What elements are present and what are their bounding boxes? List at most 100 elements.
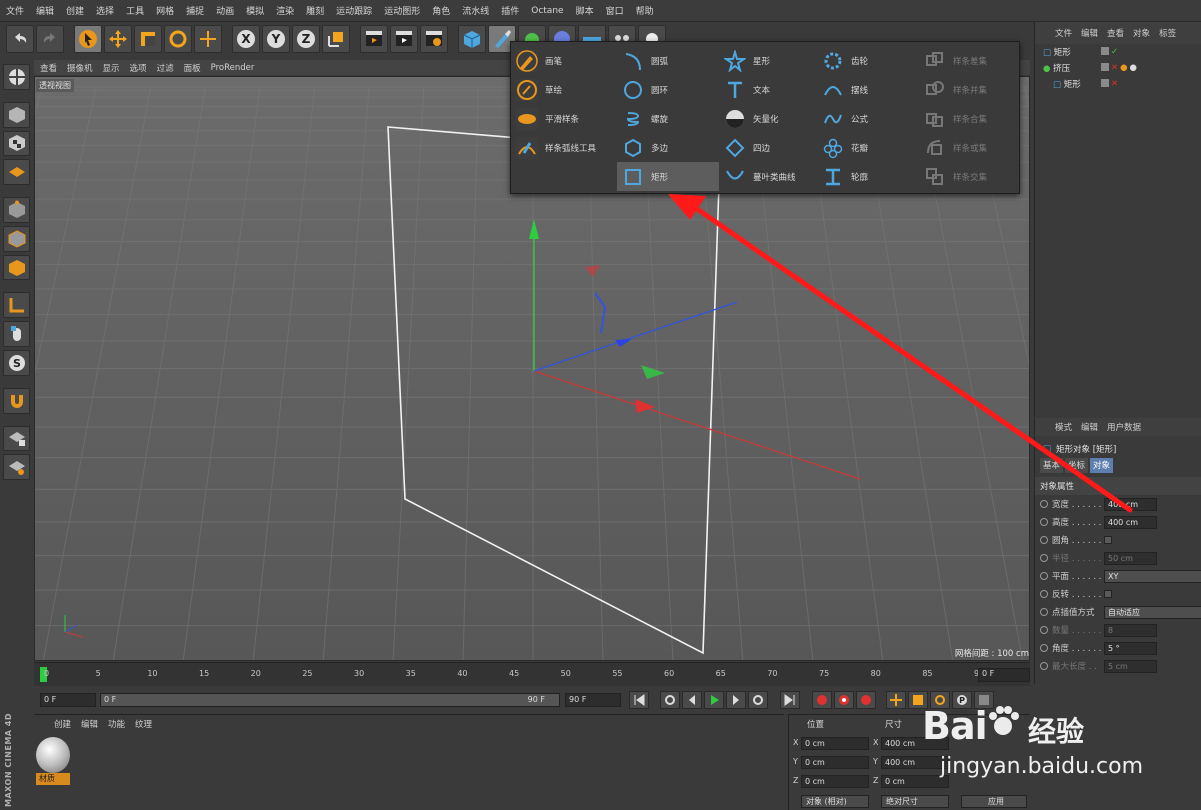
make-editable-button[interactable] [3,64,30,90]
palette-item-vectorize[interactable]: 矢量化 [719,104,821,133]
animate-radio[interactable] [1040,590,1048,598]
rectangle-spline[interactable] [387,126,721,655]
model-mode-button[interactable] [3,101,30,128]
animate-radio[interactable] [1040,572,1048,580]
coordinate-system-button[interactable] [322,25,350,53]
keyframe-selection-button[interactable] [856,691,876,709]
render-view-button[interactable] [360,25,388,53]
move-tool-button[interactable] [104,25,132,53]
menu-item-0[interactable]: 文件 [6,4,24,17]
palette-item-cog[interactable]: 齿轮 [817,46,919,75]
attribute-field[interactable]: 400 cm [1104,497,1157,511]
next-frame-button[interactable] [726,691,746,709]
x-axis-lock-button[interactable]: X [232,25,260,53]
animate-radio[interactable] [1040,644,1048,652]
y-axis-arrow-icon[interactable] [529,219,539,239]
palette-item-flower[interactable]: 花瓣 [817,133,919,162]
material-menu-item-0[interactable]: 创建 [54,718,71,730]
animate-radio[interactable] [1040,554,1048,562]
position-field[interactable]: 0 cm [801,756,869,769]
palette-item-helix[interactable]: 螺旋 [617,104,719,133]
menu-item-19[interactable]: 帮助 [636,4,654,17]
attribute-tab-1[interactable]: 坐标 [1065,458,1089,473]
palette-item-four-side[interactable]: 四边 [719,133,821,162]
object-flags[interactable]: ✓ [1101,47,1118,57]
position-field[interactable]: 0 cm [801,775,869,788]
object-manager-menu-item-2[interactable]: 查看 [1107,27,1124,39]
menu-item-4[interactable]: 工具 [126,4,144,17]
palette-item-spline-subtract[interactable]: 样条差集 [919,46,1021,75]
workplane-mode-button[interactable] [3,159,30,186]
object-flags[interactable]: ✕ ● ● [1101,63,1137,73]
viewport-menu-item-4[interactable]: 过滤 [157,62,174,74]
object-manager-menu-item-3[interactable]: 对象 [1133,27,1150,39]
undo-button[interactable] [6,25,34,53]
go-to-end-button[interactable] [780,691,800,709]
cube-object-button[interactable] [458,25,486,53]
palette-item-pen[interactable]: 画笔 [511,46,613,75]
play-button[interactable] [704,691,724,709]
attribute-menu-item-1[interactable]: 编辑 [1081,421,1098,433]
menu-item-9[interactable]: 渲染 [276,4,294,17]
menu-item-18[interactable]: 窗口 [606,4,624,17]
menu-item-5[interactable]: 网格 [156,4,174,17]
menu-item-1[interactable]: 编辑 [36,4,54,17]
animate-radio[interactable] [1040,662,1048,670]
animate-radio[interactable] [1040,536,1048,544]
viewport-menu-item-3[interactable]: 选项 [130,62,147,74]
menu-item-2[interactable]: 创建 [66,4,84,17]
attribute-field[interactable]: 8 [1104,623,1157,637]
previous-key-button[interactable] [660,691,680,709]
palette-item-formula[interactable]: 公式 [817,104,919,133]
z-axis-arrow-icon[interactable] [615,339,632,347]
material-thumbnail[interactable]: 材质 [36,737,70,787]
attribute-tab-2[interactable]: 对象 [1090,458,1114,473]
end-frame-field[interactable]: 90 F [565,693,621,707]
current-frame-field[interactable]: 0 F [978,668,1030,682]
attribute-select[interactable]: XY [1104,569,1201,583]
palette-item-cissoid[interactable]: 蔓叶类曲线 [719,162,821,191]
timeline-ruler[interactable]: 051015202530354045505560657075808590 [34,662,1030,686]
record-keys-button[interactable] [812,691,832,709]
menu-item-10[interactable]: 雕刻 [306,4,324,17]
lock-workplane-button[interactable] [3,425,30,452]
axis-mode-button[interactable] [3,292,30,319]
material-menu-item-3[interactable]: 纹理 [135,718,152,730]
points-mode-button[interactable] [3,197,30,223]
object-flags[interactable]: ✕ [1101,79,1118,89]
attribute-field[interactable]: 400 cm [1104,515,1157,529]
menu-item-16[interactable]: Octane [531,6,563,16]
menu-item-3[interactable]: 选择 [96,4,114,17]
coordinate-mode-select[interactable]: 对象 (相对) [801,795,869,808]
rotate-tool-button[interactable] [164,25,192,53]
attribute-field[interactable]: 5 cm [1104,659,1157,673]
object-row-extrude[interactable]: ● 挤压 ✕ ● ● [1035,60,1201,76]
render-picture-viewer-button[interactable] [390,25,418,53]
menu-item-15[interactable]: 插件 [501,4,519,17]
palette-item-profile[interactable]: 轮廓 [817,162,919,191]
attribute-select[interactable]: 自动适应 [1104,605,1201,619]
animate-radio[interactable] [1040,518,1048,526]
palette-item-sketch[interactable]: 草绘 [511,75,613,104]
preview-range-slider[interactable]: 0 F 90 F [100,693,560,707]
viewport-menu-item-6[interactable]: ProRender [211,63,255,73]
viewport-menu-item-2[interactable]: 显示 [103,62,120,74]
texture-mode-button[interactable] [3,130,30,157]
attribute-field[interactable]: 5 ° [1104,641,1157,655]
z-axis-lock-button[interactable]: Z [292,25,320,53]
palette-item-spline-intersect[interactable]: 样条交集 [919,162,1021,191]
y-axis-lock-button[interactable]: Y [262,25,290,53]
magnet-button[interactable] [3,387,30,414]
position-field[interactable]: 0 cm [801,737,869,750]
scale-tool-button[interactable] [134,25,162,53]
palette-item-spline-arc[interactable]: 样条弧线工具 [511,133,613,162]
palette-item-polygon[interactable]: 多边 [617,133,719,162]
select-tool-button[interactable] [74,25,102,53]
z-axis-handle[interactable] [533,301,738,372]
palette-item-rectangle[interactable]: 矩形 [617,162,719,191]
viewport-menu-item-1[interactable]: 摄像机 [67,62,93,74]
palette-item-star[interactable]: 星形 [719,46,821,75]
auto-keying-button[interactable] [834,691,854,709]
viewport-menu-item-5[interactable]: 面板 [184,62,201,74]
attribute-checkbox[interactable] [1104,590,1112,598]
